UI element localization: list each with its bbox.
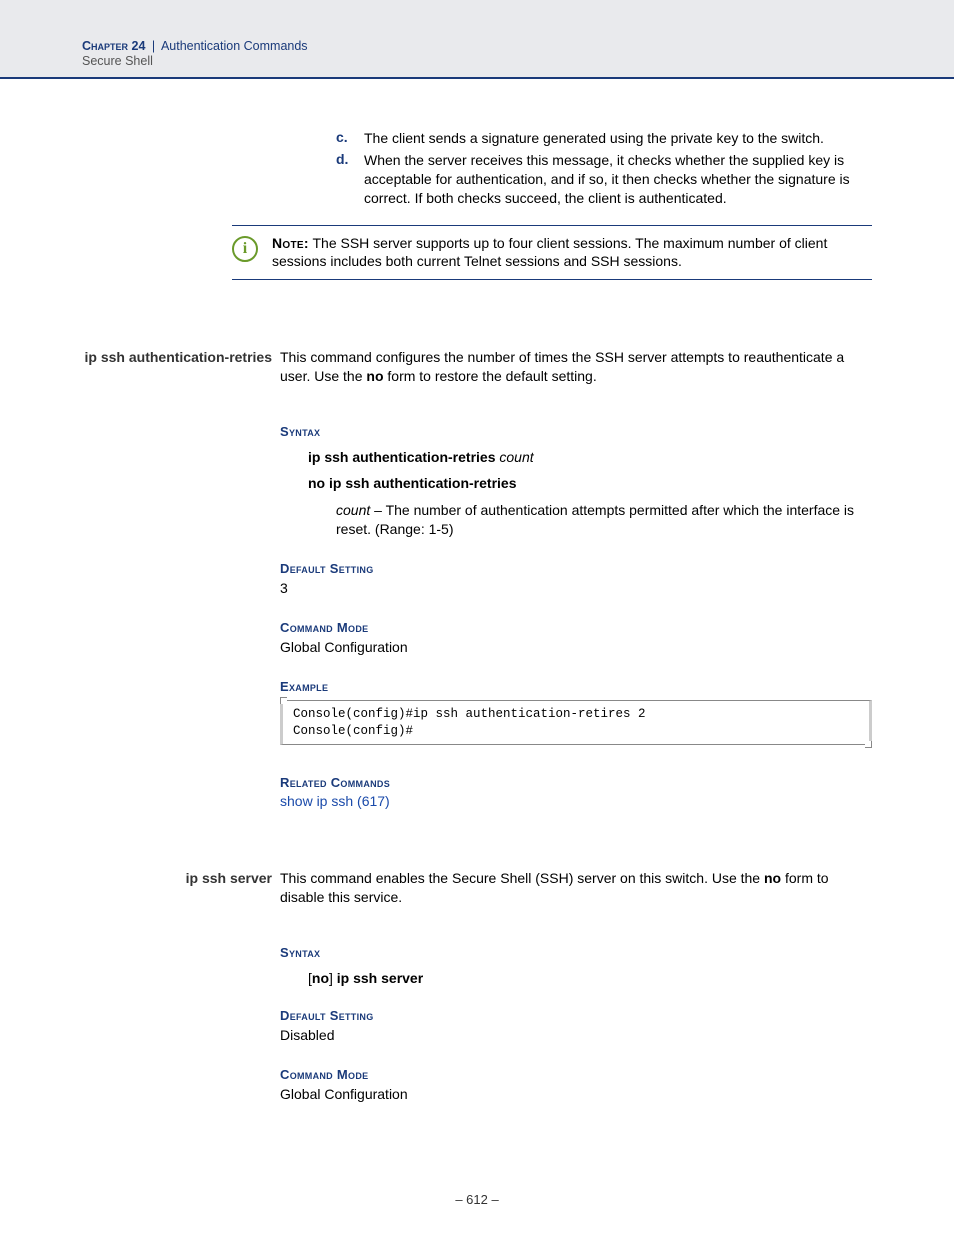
syntax-line: no ip ssh authentication-retries bbox=[308, 475, 872, 491]
default-setting-value: 3 bbox=[280, 579, 872, 598]
list-text-d: When the server receives this message, i… bbox=[364, 151, 872, 208]
chapter-line: Chapter 24 | Authentication Commands bbox=[82, 39, 872, 53]
chapter-separator: | bbox=[152, 39, 155, 53]
syntax-line: ip ssh authentication-retries count bbox=[308, 449, 872, 465]
list-marker-d: d. bbox=[336, 151, 364, 208]
page-number: – 612 – bbox=[0, 1192, 954, 1207]
chapter-subtitle: Secure Shell bbox=[82, 54, 872, 68]
example-heading: Example bbox=[280, 679, 872, 694]
list-text-c: The client sends a signature generated u… bbox=[364, 129, 872, 148]
note-text: Note: The SSH server supports up to four… bbox=[272, 234, 872, 272]
page-header: Chapter 24 | Authentication Commands Sec… bbox=[0, 0, 954, 79]
info-icon: i bbox=[232, 236, 258, 262]
syntax-heading: Syntax bbox=[280, 424, 872, 439]
note-label: Note: bbox=[272, 235, 309, 251]
chapter-number: Chapter 24 bbox=[82, 39, 145, 53]
syntax-param: count – The number of authentication att… bbox=[336, 501, 872, 539]
default-setting-heading: Default Setting bbox=[280, 1008, 872, 1023]
chapter-title: Authentication Commands bbox=[161, 39, 308, 53]
syntax-heading: Syntax bbox=[280, 945, 872, 960]
command-mode-heading: Command Mode bbox=[280, 1067, 872, 1082]
default-setting-heading: Default Setting bbox=[280, 561, 872, 576]
syntax-line: [no] ip ssh server bbox=[308, 970, 872, 986]
command-mode-value: Global Configuration bbox=[280, 1085, 872, 1104]
command-description: This command configures the number of ti… bbox=[280, 348, 872, 386]
note-body: The SSH server supports up to four clien… bbox=[272, 235, 827, 270]
default-setting-value: Disabled bbox=[280, 1026, 872, 1045]
list-marker-c: c. bbox=[336, 129, 364, 148]
command-name-ssh-server: ip ssh server bbox=[82, 869, 272, 887]
related-command-link[interactable]: show ip ssh (617) bbox=[280, 793, 872, 809]
command-description: This command enables the Secure Shell (S… bbox=[280, 869, 872, 907]
example-code: Console(config)#ip ssh authentication-re… bbox=[280, 700, 872, 746]
related-commands-heading: Related Commands bbox=[280, 775, 872, 790]
list-item: c. The client sends a signature generate… bbox=[336, 129, 872, 148]
command-mode-value: Global Configuration bbox=[280, 638, 872, 657]
command-name-auth-retries: ip ssh authentication-retries bbox=[82, 348, 272, 366]
list-item: d. When the server receives this message… bbox=[336, 151, 872, 208]
command-mode-heading: Command Mode bbox=[280, 620, 872, 635]
